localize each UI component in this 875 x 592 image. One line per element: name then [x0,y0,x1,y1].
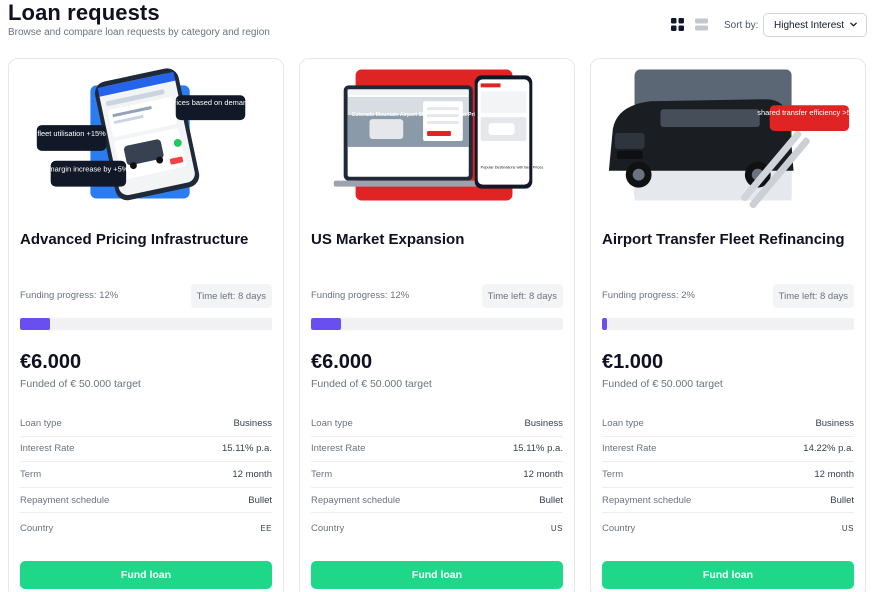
loan-image: Colorado Mountain Airport Shuttles at th… [333,69,544,201]
detail-row-country: Country EE [20,513,272,543]
detail-row-term: Term 12 month [20,462,272,488]
sort-dropdown[interactable]: Highest Interest [763,13,867,37]
detail-value: Business [524,417,563,429]
funding-progress-label: Funding progress: 2% [602,290,695,301]
loan-title: US Market Expansion [311,231,465,248]
detail-value: Bullet [539,494,563,506]
detail-value: Bullet [248,494,272,506]
detail-value: 15.11% p.a. [512,443,563,455]
fund-loan-button[interactable]: Fund loan [311,561,563,589]
chevron-down-icon [849,20,858,32]
fund-loan-button[interactable]: Fund loan [20,561,272,589]
loan-title: Advanced Pricing Infrastructure [20,231,249,248]
promo-subline: Popular Destinations with Best Prices [481,166,544,170]
detail-row-repayment: Repayment schedule Bullet [20,488,272,514]
loan-image: prices based on demand fleet utilisation… [36,68,251,201]
funding-progress-bar [20,318,272,330]
funded-amount: €1.000 [602,351,664,373]
time-left-badge: Time left: 8 days [190,284,272,308]
detail-value: 12 month [814,468,854,480]
loan-details: Loan type Business Interest Rate 15.11% p.… [311,411,563,543]
detail-label: Interest Rate [602,443,657,455]
detail-value: Business [233,417,272,429]
funded-amount: €6.000 [311,351,373,373]
detail-label: Repayment schedule [20,494,110,506]
detail-row-term: Term 12 month [602,462,854,488]
sort-value: Highest Interest [774,19,845,31]
detail-label: Interest Rate [20,443,75,455]
callout-text: margin increase by +5% [48,165,128,174]
detail-row-interest-rate: Interest Rate 15.11% p.a. [20,437,272,463]
detail-label: Term [602,468,624,480]
detail-row-country: Country US [311,513,563,543]
detail-value: Bullet [830,494,854,506]
funded-amount: €6.000 [20,351,82,373]
detail-label: Country [311,522,345,534]
time-left-badge: Time left: 8 days [481,284,563,308]
detail-label: Loan type [20,417,62,429]
view-toggle [670,17,708,31]
progress-fill [311,318,342,330]
detail-label: Country [602,522,636,534]
loan-details: Loan type Business Interest Rate 15.11% p.… [20,411,272,543]
detail-label: Term [20,468,42,480]
callout-text: prices based on demand [170,98,251,107]
detail-row-loan-type: Loan type Business [602,411,854,437]
progress-fill [20,318,51,330]
time-left-badge: Time left: 8 days [772,284,854,308]
callout-text: shared transfer efficiency >50% [757,108,862,117]
loan-image: shared transfer efficiency >50% [608,69,862,209]
country-code: US [841,523,854,533]
detail-value: 12 month [523,468,563,480]
detail-value: Business [815,417,854,429]
detail-row-interest-rate: Interest Rate 14.22% p.a. [602,437,854,463]
loan-card: shared transfer efficiency >50% Airport … [590,58,866,592]
page-subtitle: Browse and compare loan requests by cate… [8,27,270,38]
funding-progress-bar [311,318,563,330]
detail-row-loan-type: Loan type Business [20,411,272,437]
grid-view-icon[interactable] [670,17,684,31]
detail-label: Country [20,522,54,534]
funding-target: Funded of € 50.000 target [20,378,141,390]
progress-fill [602,318,608,330]
detail-value: 15.11% p.a. [221,443,272,455]
sort-label: Sort by: [724,20,759,31]
detail-label: Term [311,468,333,480]
page-header: Loan requests Browse and compare loan re… [8,0,868,46]
loan-card: prices based on demand fleet utilisation… [8,58,284,592]
detail-row-repayment: Repayment schedule Bullet [311,488,563,514]
page-title: Loan requests [8,0,160,25]
loan-details: Loan type Business Interest Rate 14.22% p.… [602,411,854,543]
detail-label: Repayment schedule [311,494,401,506]
fund-loan-button[interactable]: Fund loan [602,561,854,589]
detail-row-loan-type: Loan type Business [311,411,563,437]
callout-text: fleet utilisation +15% [37,129,106,138]
detail-value: 14.22% p.a. [803,443,854,455]
country-code: US [550,523,563,533]
country-code: EE [260,523,272,533]
funding-progress-label: Funding progress: 12% [311,290,410,301]
promo-headline: Colorado Mountain Airport Shuttles at th… [352,112,484,118]
loan-card: Colorado Mountain Airport Shuttles at th… [299,58,575,592]
funding-target: Funded of € 50.000 target [311,378,432,390]
funding-progress-bar [602,318,854,330]
detail-value: 12 month [232,468,272,480]
detail-label: Loan type [602,417,644,429]
detail-label: Interest Rate [311,443,366,455]
detail-row-term: Term 12 month [311,462,563,488]
loan-title: Airport Transfer Fleet Refinancing [602,231,845,248]
funding-progress-label: Funding progress: 12% [20,290,119,301]
detail-row-interest-rate: Interest Rate 15.11% p.a. [311,437,563,463]
detail-label: Repayment schedule [602,494,692,506]
funding-target: Funded of € 50.000 target [602,378,723,390]
detail-row-country: Country US [602,513,854,543]
list-view-icon[interactable] [694,17,708,31]
detail-label: Loan type [311,417,353,429]
detail-row-repayment: Repayment schedule Bullet [602,488,854,514]
